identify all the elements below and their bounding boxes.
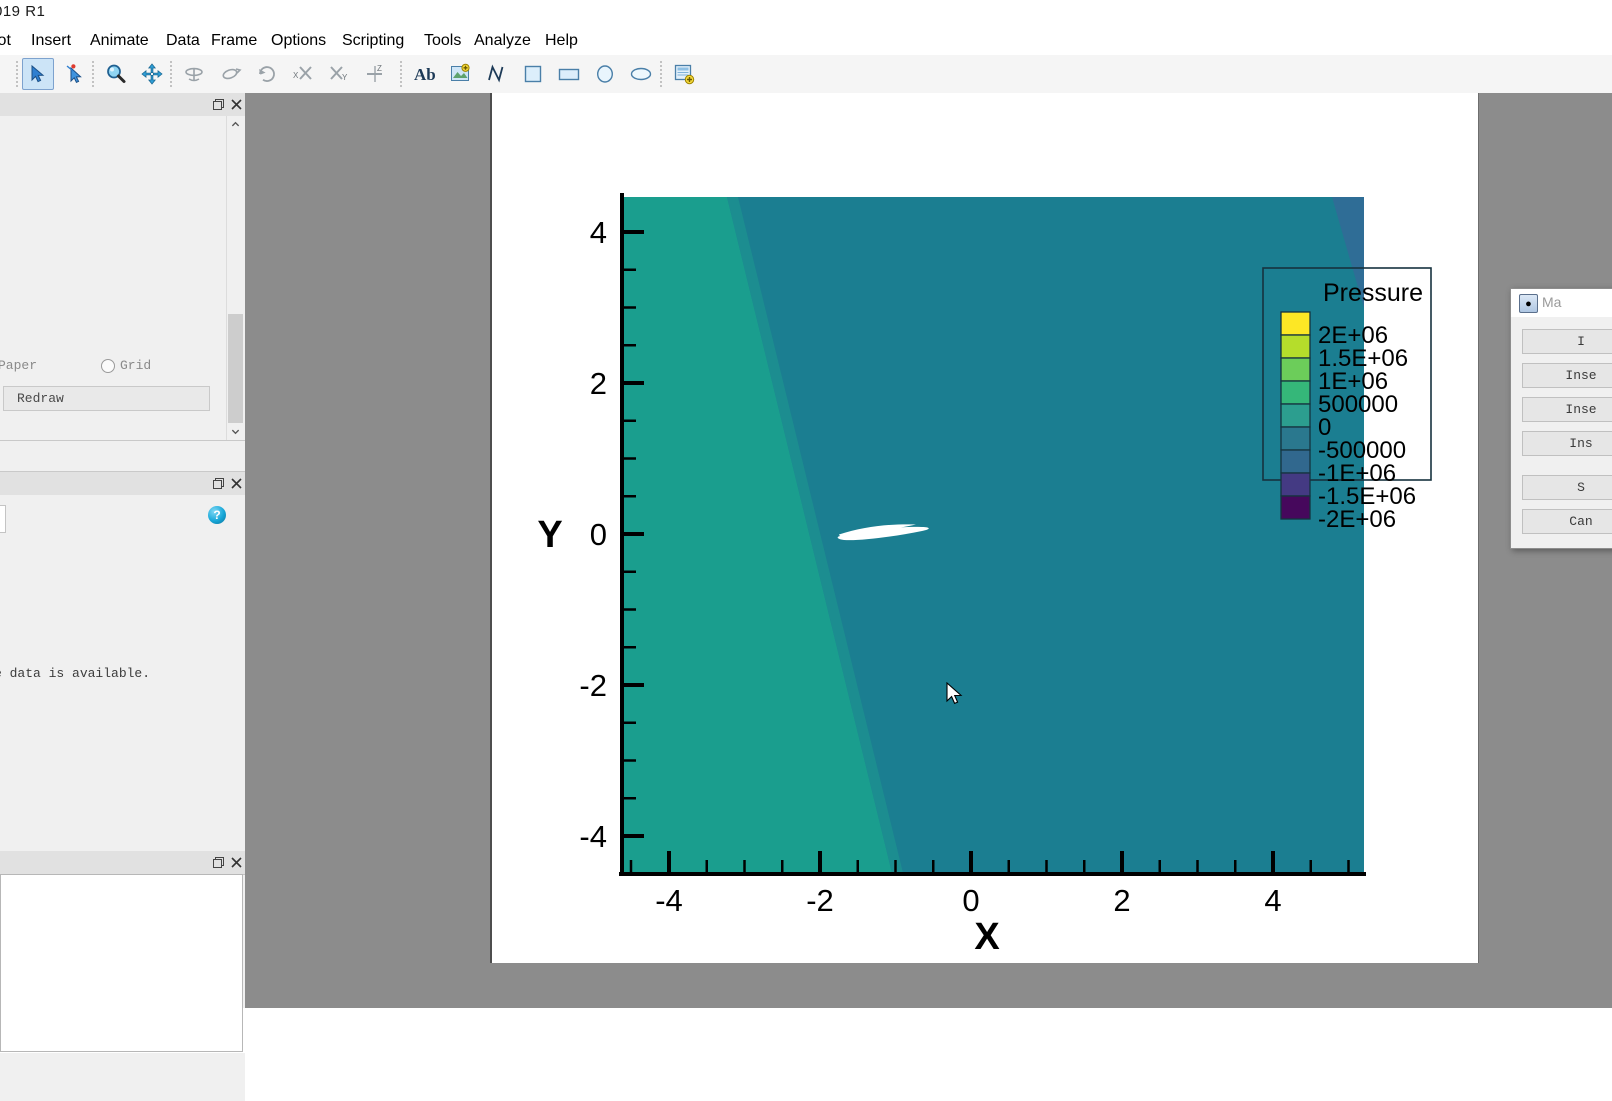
contour-field <box>622 197 1364 873</box>
svg-text:Y: Y <box>342 73 348 82</box>
square-tool[interactable] <box>517 58 549 90</box>
log-output-area[interactable] <box>0 874 243 1052</box>
svg-text:-2E+06: -2E+06 <box>1318 506 1396 533</box>
no-data-message: e data is available. <box>0 666 151 681</box>
toolbar-separator <box>170 61 174 87</box>
svg-text:-4: -4 <box>579 819 607 854</box>
polyline-tool[interactable] <box>481 58 513 90</box>
menu-item-options[interactable]: Options <box>271 27 326 55</box>
macro-dialog[interactable]: ● Ma I Inse Inse Ins S Can <box>1510 288 1612 549</box>
circle-tool[interactable] <box>589 58 621 90</box>
text-tool[interactable]: Ab <box>409 58 441 90</box>
float-icon[interactable] <box>210 96 226 112</box>
panel-header-2 <box>0 472 245 496</box>
translate-tool[interactable] <box>136 58 168 90</box>
macro-button-4[interactable]: Ins <box>1522 431 1612 456</box>
macro-button-cancel[interactable]: Can <box>1522 509 1612 534</box>
create-frame-tool[interactable] <box>668 58 700 90</box>
toolbar-separator <box>660 61 664 87</box>
svg-text:4: 4 <box>1264 883 1281 918</box>
left-dock: Paper Grid Redraw ? e data is available. <box>0 93 245 1101</box>
panel-2-field[interactable] <box>0 505 6 533</box>
rectangle-tool[interactable] <box>553 58 585 90</box>
scroll-thumb[interactable] <box>228 314 243 427</box>
svg-text:2: 2 <box>1113 883 1130 918</box>
svg-text:0: 0 <box>962 883 979 918</box>
macro-dialog-title: Ma <box>1542 294 1562 310</box>
macro-button-1[interactable]: I <box>1522 329 1612 354</box>
svg-text:Ab: Ab <box>414 65 436 84</box>
close-icon[interactable] <box>228 854 244 870</box>
macro-icon: ● <box>1519 294 1538 313</box>
close-icon[interactable] <box>228 475 244 491</box>
rotate-twist-tool[interactable] <box>251 58 283 90</box>
macro-button-save[interactable]: S <box>1522 475 1612 500</box>
macro-dialog-titlebar: ● Ma <box>1511 289 1612 317</box>
svg-text:X: X <box>293 71 299 80</box>
panel-1-footer <box>0 441 245 471</box>
x-axis-title: X <box>974 916 1000 958</box>
menu-item-lot[interactable]: lot <box>0 27 11 55</box>
help-icon[interactable]: ? <box>208 506 226 524</box>
svg-text:-2: -2 <box>806 883 834 918</box>
menu-item-help[interactable]: Help <box>545 27 578 55</box>
menu-item-frame[interactable]: Frame <box>211 27 257 55</box>
legend-title: Pressure <box>1323 279 1423 307</box>
workspace: 4 2 0 -2 -4 -4 -2 0 2 4 X Y Pressure 2E+… <box>245 93 1612 1008</box>
rotate-z-tool[interactable]: Z <box>359 58 391 90</box>
toolbar-separator <box>16 61 20 87</box>
panel-body-2: ? e data is available. <box>0 495 245 851</box>
close-icon[interactable] <box>228 96 244 112</box>
x-tick-labels: -4 -2 0 2 4 <box>655 883 1281 918</box>
float-icon[interactable] <box>210 475 226 491</box>
toolbar-separator <box>400 61 404 87</box>
menu-item-insert[interactable]: Insert <box>31 27 71 55</box>
plot-paper[interactable]: 4 2 0 -2 -4 -4 -2 0 2 4 X Y Pressure 2E+… <box>490 93 1479 963</box>
rotate-spherical-tool[interactable] <box>178 58 210 90</box>
y-tick-labels: 4 2 0 -2 -4 <box>579 215 607 854</box>
legend-swatches <box>1280 311 1311 520</box>
scroll-up-icon[interactable] <box>227 116 244 133</box>
macro-button-3[interactable]: Inse <box>1522 397 1612 422</box>
svg-text:2: 2 <box>590 366 607 401</box>
paper-radio-label: Paper <box>0 358 38 373</box>
image-tool[interactable] <box>445 58 477 90</box>
grid-radio-label: Grid <box>120 358 152 373</box>
menu-item-animate[interactable]: Animate <box>90 27 149 55</box>
scroll-down-icon[interactable] <box>227 423 244 440</box>
svg-text:-2: -2 <box>579 668 607 703</box>
svg-text:0: 0 <box>590 517 607 552</box>
svg-text:Z: Z <box>377 64 382 73</box>
menu-item-analyze[interactable]: Analyze <box>474 27 531 55</box>
menu-bar: lot Insert Animate Data Frame Options Scriptin… <box>0 27 1612 55</box>
menu-item-scripting[interactable]: Scripting <box>342 27 404 55</box>
macro-button-2[interactable]: Inse <box>1522 363 1612 388</box>
svg-text:4: 4 <box>590 215 607 250</box>
y-axis-title: Y <box>537 514 562 556</box>
ellipse-tool[interactable] <box>625 58 657 90</box>
rotate-roller-tool[interactable] <box>215 58 247 90</box>
panel-body-1: Paper Grid Redraw <box>0 116 245 440</box>
toolbar: X Y Z Ab <box>0 55 1612 94</box>
rotate-y-tool[interactable]: Y <box>323 58 355 90</box>
svg-text:-4: -4 <box>655 883 683 918</box>
window-title-bar: 019 R1 <box>0 0 1612 27</box>
adjust-tool[interactable] <box>59 58 91 90</box>
menu-item-tools[interactable]: Tools <box>424 27 461 55</box>
panel-header-3 <box>0 851 245 875</box>
rotate-x-tool[interactable]: X <box>287 58 319 90</box>
panel-1-scrollbar[interactable] <box>226 116 244 440</box>
panel-3-footer <box>0 1053 245 1101</box>
redraw-button[interactable]: Redraw <box>3 386 210 411</box>
window-title: 019 R1 <box>0 3 46 20</box>
menu-item-data[interactable]: Data <box>166 27 200 55</box>
pressure-contour-plot[interactable]: 4 2 0 -2 -4 -4 -2 0 2 4 X Y Pressure 2E+… <box>492 93 1478 963</box>
float-icon[interactable] <box>210 854 226 870</box>
toolbar-separator <box>92 61 96 87</box>
panel-header-1 <box>0 93 245 117</box>
select-tool[interactable] <box>22 58 54 90</box>
grid-radio[interactable] <box>101 359 115 373</box>
zoom-tool[interactable] <box>100 58 132 90</box>
